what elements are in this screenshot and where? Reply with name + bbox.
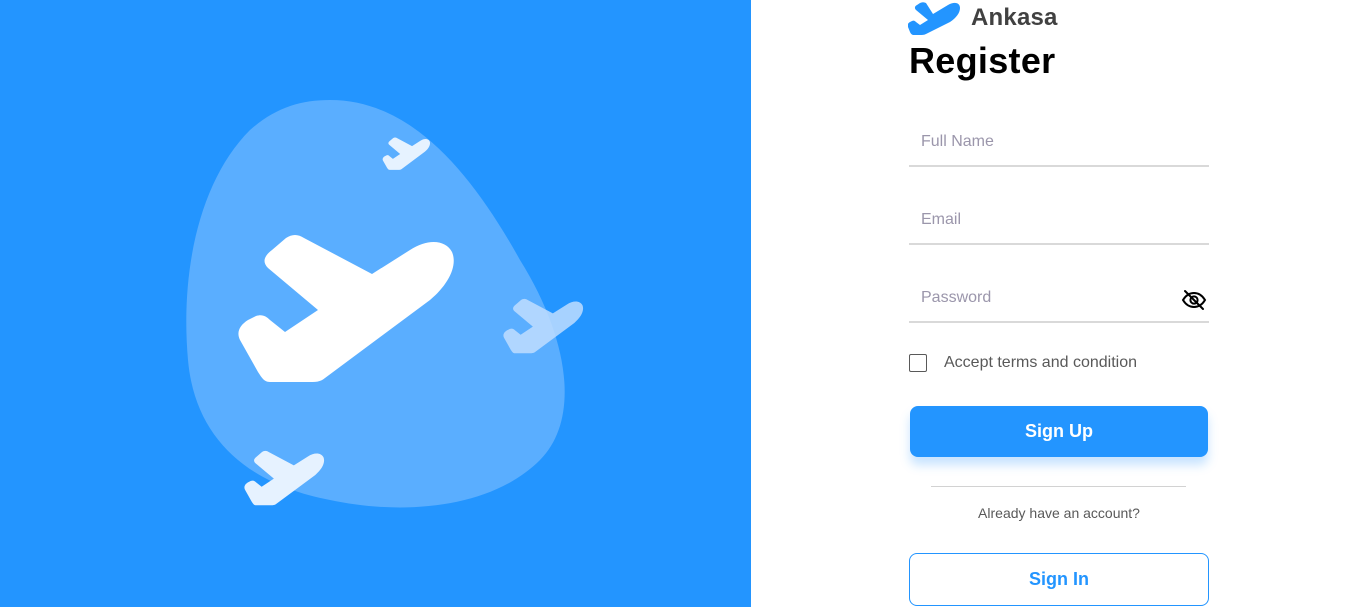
- page-title: Register: [909, 40, 1056, 81]
- airplane-illustration: [186, 100, 584, 508]
- airplane-logo-icon: [908, 2, 960, 35]
- register-page: Ankasa Register Accept terms and conditi…: [0, 0, 1366, 607]
- password-field: [909, 275, 1209, 324]
- full-name-field: [909, 119, 1209, 168]
- eye-slash-icon[interactable]: [1181, 287, 1207, 313]
- terms-checkbox[interactable]: [909, 354, 927, 372]
- divider: [931, 486, 1186, 487]
- email-underline: [909, 243, 1209, 245]
- full-name-input[interactable]: [909, 119, 1181, 165]
- brand-name: Ankasa: [971, 4, 1058, 31]
- email-input[interactable]: [909, 197, 1181, 243]
- password-underline: [909, 321, 1209, 323]
- brand: Ankasa: [908, 0, 1058, 36]
- email-field: [909, 197, 1209, 246]
- full-name-underline: [909, 165, 1209, 167]
- terms-row: Accept terms and condition: [909, 354, 1137, 372]
- sign-in-button[interactable]: Sign In: [909, 553, 1209, 606]
- register-form-panel: Ankasa Register Accept terms and conditi…: [751, 0, 1366, 607]
- hero-panel: [0, 0, 751, 607]
- terms-label: Accept terms and condition: [944, 354, 1137, 371]
- sign-up-button[interactable]: Sign Up: [910, 406, 1208, 457]
- password-input[interactable]: [909, 275, 1181, 321]
- already-account-text: Already have an account?: [978, 505, 1140, 521]
